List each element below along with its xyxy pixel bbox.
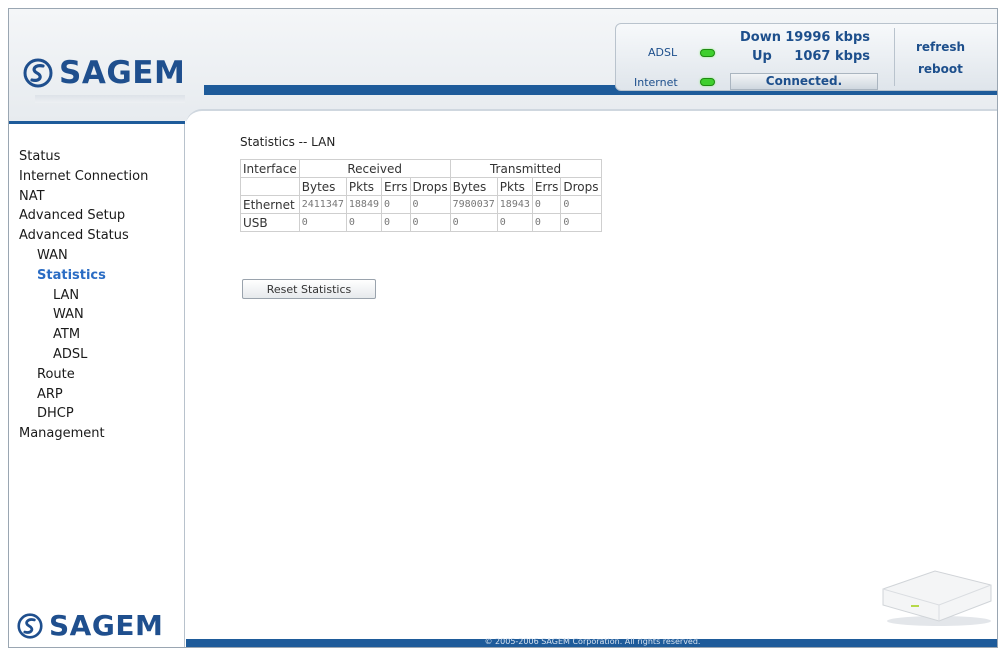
nav-item-status[interactable]: Status: [19, 147, 148, 167]
connection-status-panel: ADSL Internet Down 19996 kbps Up 1067 kb…: [615, 23, 997, 91]
table-subheader-row: Bytes Pkts Errs Drops Bytes Pkts Errs Dr…: [240, 177, 602, 196]
table-cell: 18943: [496, 195, 533, 214]
sidebar-footer-logo: SAGEM: [17, 609, 163, 642]
table-cell: 0: [449, 213, 498, 232]
table-cell: 0: [409, 195, 451, 214]
nav-item-management[interactable]: Management: [19, 424, 148, 444]
table-subheader-empty: [240, 177, 300, 196]
brand-name: SAGEM: [59, 55, 186, 91]
connection-status-text: Connected.: [730, 73, 878, 90]
rx-drops-header: Drops: [409, 177, 451, 196]
sagem-logo-icon: [17, 612, 43, 639]
rx-pkts-header: Pkts: [345, 177, 383, 196]
modem-device-icon: [882, 570, 992, 626]
nav-item-internet-connection[interactable]: Internet Connection: [19, 167, 148, 187]
sidebar-top-line: [9, 121, 185, 124]
router-admin-window: SAGEM ADSL Internet Down 19996 kbps Up 1…: [8, 8, 998, 648]
footer-brand-name: SAGEM: [49, 609, 164, 642]
sagem-logo-icon: [23, 58, 53, 88]
table-header-row: Interface Received Transmitted: [240, 159, 602, 178]
main-content: Statistics -- LAN Interface Received Tra…: [186, 109, 997, 637]
table-row: Ethernet 2411347 18849 0 0 7980037 18943…: [240, 195, 602, 214]
up-value: 1067 kbps: [794, 49, 870, 64]
reboot-link[interactable]: reboot: [918, 62, 963, 76]
table-cell: 0: [496, 213, 533, 232]
adsl-label: ADSL: [648, 46, 678, 59]
row-interface: Ethernet: [240, 195, 300, 214]
table-cell: 7980037: [449, 195, 498, 214]
tx-drops-header: Drops: [560, 177, 602, 196]
nav-item-dhcp[interactable]: DHCP: [19, 404, 148, 424]
logo-reflection: [35, 95, 185, 103]
table-cell: 0: [560, 213, 602, 232]
nav-item-statistics-atm[interactable]: ATM: [19, 325, 148, 345]
transmitted-header: Transmitted: [449, 159, 602, 178]
nav-item-route[interactable]: Route: [19, 365, 148, 385]
table-cell: 0: [345, 213, 383, 232]
down-value: 19996 kbps: [785, 30, 870, 45]
rx-errs-header: Errs: [381, 177, 411, 196]
page-title: Statistics -- LAN: [240, 135, 336, 149]
tx-pkts-header: Pkts: [496, 177, 533, 196]
internet-led-icon: [700, 78, 715, 86]
adsl-led-icon: [700, 49, 715, 57]
table-cell: 0: [381, 195, 411, 214]
lan-statistics-table: Interface Received Transmitted Bytes Pkt…: [240, 159, 602, 232]
table-cell: 18849: [345, 195, 383, 214]
table-cell: 0: [531, 195, 562, 214]
rx-bytes-header: Bytes: [298, 177, 347, 196]
nav-item-wan[interactable]: WAN: [19, 246, 148, 266]
internet-label: Internet: [634, 76, 678, 89]
up-label: Up: [752, 49, 772, 64]
interface-header: Interface: [240, 159, 300, 178]
table-cell: 0: [298, 213, 347, 232]
header: SAGEM ADSL Internet Down 19996 kbps Up 1…: [9, 9, 997, 121]
footer-bar: © 2005-2006 SAGEM Corporation. All right…: [186, 637, 997, 647]
table-cell: 0: [560, 195, 602, 214]
table-cell: 0: [409, 213, 451, 232]
sidebar: Status Internet Connection NAT Advanced …: [9, 121, 185, 647]
nav-item-statistics-lan[interactable]: LAN: [19, 286, 148, 306]
nav-item-statistics-wan[interactable]: WAN: [19, 305, 148, 325]
table-cell: 0: [531, 213, 562, 232]
copyright-text: © 2005-2006 SAGEM Corporation. All right…: [484, 637, 701, 646]
header-logo: SAGEM: [23, 55, 185, 91]
table-cell: 2411347: [298, 195, 347, 214]
table-row: USB 0 0 0 0 0 0 0 0: [240, 213, 602, 232]
tx-bytes-header: Bytes: [449, 177, 498, 196]
nav-item-statistics[interactable]: Statistics: [19, 266, 148, 286]
received-header: Received: [298, 159, 451, 178]
nav-item-nat[interactable]: NAT: [19, 187, 148, 207]
table-cell: 0: [381, 213, 411, 232]
nav-item-advanced-status[interactable]: Advanced Status: [19, 226, 148, 246]
reset-statistics-button[interactable]: Reset Statistics: [242, 279, 376, 299]
tx-errs-header: Errs: [531, 177, 562, 196]
refresh-link[interactable]: refresh: [916, 40, 965, 54]
nav-item-advanced-setup[interactable]: Advanced Setup: [19, 206, 148, 226]
row-interface: USB: [240, 213, 300, 232]
sidebar-nav: Status Internet Connection NAT Advanced …: [19, 147, 148, 444]
panel-divider: [894, 28, 895, 86]
nav-item-statistics-adsl[interactable]: ADSL: [19, 345, 148, 365]
nav-item-arp[interactable]: ARP: [19, 385, 148, 405]
